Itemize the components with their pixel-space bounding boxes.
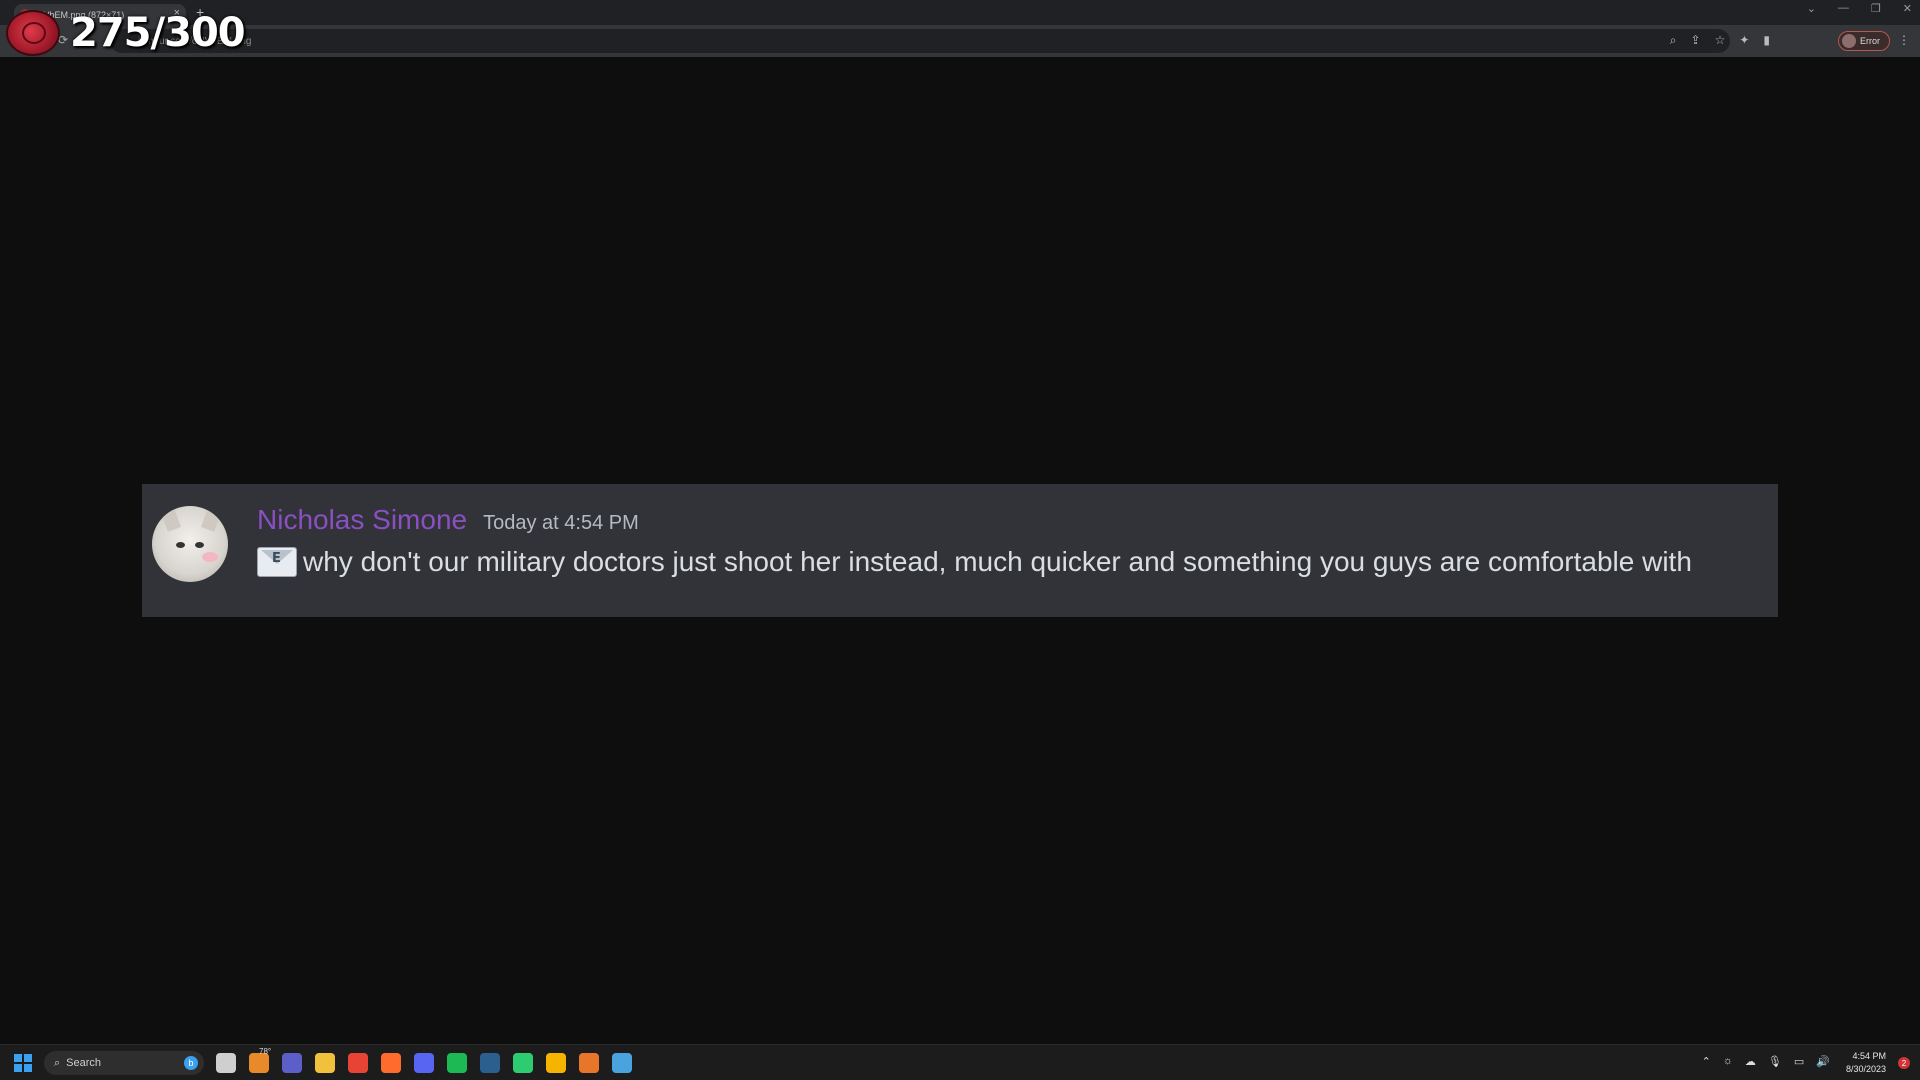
menu-icon[interactable]: ⋮	[1898, 33, 1910, 47]
task-view-icon[interactable]	[216, 1053, 236, 1073]
windows-logo-q2	[24, 1054, 32, 1062]
brightness-icon[interactable]: ☼	[1723, 1055, 1733, 1068]
search-placeholder: Search	[66, 1057, 102, 1069]
chrome-alt-icon[interactable]	[546, 1053, 566, 1073]
app-green-icon[interactable]	[513, 1053, 533, 1073]
browser-toolbar: ⟳ ⌂ i.imgur.com/oNVbEM.png ⌕ ⇪ ☆ ✦ ▮ Err…	[0, 25, 1920, 57]
notification-badge[interactable]: 2	[1898, 1057, 1910, 1069]
taskbar-clock[interactable]: 4:54 PM 8/30/2023	[1846, 1050, 1886, 1076]
message-text: why don't our military doctors just shoo…	[303, 546, 1692, 577]
app-orange-icon[interactable]	[579, 1053, 599, 1073]
taskbar-search[interactable]: ⌕ Search b	[44, 1051, 204, 1075]
taskbar: ⌕ Search b 78° ⌃ ☼ ☁ 🎙 ▭ 🔊 4:54 PM 8/30/…	[0, 1044, 1920, 1080]
omnibox-actions: ⌕ ⇪ ☆ ✦ ▮	[1670, 33, 1770, 48]
close-window-button[interactable]: ✕	[1903, 2, 1912, 15]
bing-icon[interactable]: b	[184, 1056, 198, 1070]
maximize-button[interactable]: ❐	[1871, 2, 1881, 15]
network-icon[interactable]: ▭	[1794, 1055, 1804, 1068]
message-card: Nicholas Simone Today at 4:54 PM E why d…	[142, 484, 1778, 617]
microphone-icon[interactable]: 🎙	[1768, 1055, 1782, 1068]
notepad-icon[interactable]	[612, 1053, 632, 1073]
avatar	[152, 506, 228, 582]
timestamp: Today at 4:54 PM	[483, 512, 639, 534]
counter-overlay: 275/300	[70, 10, 246, 56]
weather-icon[interactable]: 78°	[249, 1047, 271, 1073]
windows-logo-q4	[24, 1064, 32, 1072]
envelope-icon: E	[257, 547, 297, 577]
avatar-eye-left	[176, 542, 185, 548]
clock-date: 8/30/2023	[1845, 1064, 1886, 1074]
minimize-button[interactable]: —	[1838, 2, 1849, 15]
profile-button[interactable]: Error	[1838, 31, 1890, 51]
teams-icon[interactable]	[282, 1053, 302, 1073]
cloud-icon[interactable]: ☁	[1745, 1055, 1756, 1068]
system-tray: ⌃ ☼ ☁ 🎙 ▭ 🔊	[1702, 1055, 1830, 1068]
profile-label: Error	[1860, 36, 1880, 46]
chevron-up-icon[interactable]: ⌃	[1702, 1055, 1711, 1068]
weather-temp: 78°	[259, 1047, 272, 1056]
sidepanel-icon[interactable]: ▮	[1763, 33, 1770, 48]
address-bar[interactable]: i.imgur.com/oNVbEM.png	[110, 29, 1730, 53]
username: Nicholas Simone	[257, 504, 468, 535]
steam-icon[interactable]	[480, 1053, 500, 1073]
volume-icon[interactable]: 🔊	[1816, 1055, 1830, 1068]
profile-avatar	[1842, 34, 1856, 48]
share-icon[interactable]: ⇪	[1691, 33, 1701, 48]
envelope-letter-mark: E	[272, 551, 281, 566]
avatar-ear-right	[201, 508, 221, 532]
search-icon: ⌕	[54, 1056, 61, 1069]
message-header: Nicholas Simone Today at 4:54 PM	[257, 504, 639, 536]
avatar-eye-right	[195, 542, 204, 548]
discord-icon[interactable]	[414, 1053, 434, 1073]
clock-time: 4:54 PM	[1852, 1051, 1886, 1061]
star-icon[interactable]: ☆	[1715, 33, 1726, 48]
window-controls: ⌄ — ❐ ✕	[1807, 2, 1912, 15]
chrome-icon[interactable]	[348, 1053, 368, 1073]
rose-logo-icon	[6, 10, 60, 56]
spotify-icon[interactable]	[447, 1053, 467, 1073]
message-body: E why don't our military doctors just sh…	[257, 546, 1692, 578]
windows-logo-q1	[14, 1054, 22, 1062]
tab-search-button[interactable]: ⌄	[1807, 2, 1816, 15]
taskbar-apps: 78°	[216, 1047, 632, 1073]
start-button[interactable]	[14, 1054, 32, 1072]
avatar-ear-left	[161, 508, 181, 532]
browser-tabstrip: oNVbEM.png (872×71) × + ⌄ — ❐ ✕	[0, 0, 1920, 25]
windows-logo-q3	[14, 1064, 22, 1072]
avatar-blush	[202, 552, 218, 562]
extensions-icon[interactable]: ✦	[1739, 33, 1749, 48]
zoom-icon[interactable]: ⌕	[1670, 33, 1677, 48]
file-explorer-icon[interactable]	[315, 1053, 335, 1073]
firefox-icon[interactable]	[381, 1053, 401, 1073]
